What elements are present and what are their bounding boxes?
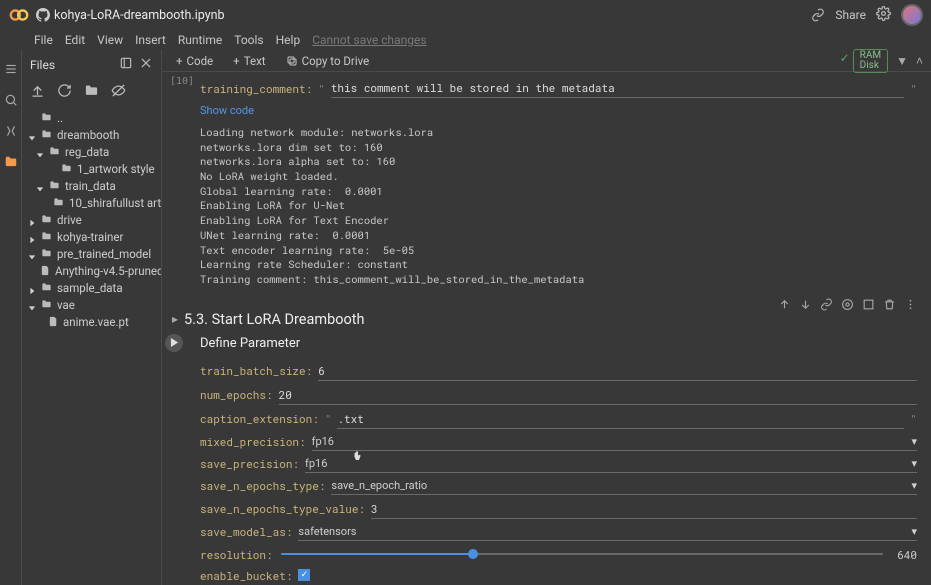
copy-to-drive-button[interactable]: Copy to Drive (280, 52, 376, 70)
move-up-icon[interactable] (778, 298, 791, 314)
param-label: save_precision: (200, 456, 299, 471)
share-button[interactable]: Share (835, 8, 866, 22)
move-down-icon[interactable] (799, 298, 812, 314)
folder-item[interactable]: kohya-trainer (24, 228, 159, 245)
add-text-button[interactable]: +Text (227, 52, 271, 70)
folder-item[interactable]: train_data (24, 177, 159, 194)
folder-item[interactable]: vae (24, 296, 159, 313)
resolution-value: 640 (891, 547, 917, 562)
param-label: resolution: (200, 547, 273, 562)
menu-tools[interactable]: Tools (234, 33, 263, 47)
delete-icon[interactable] (883, 298, 896, 314)
cell-link-icon[interactable] (820, 298, 833, 314)
menu-help[interactable]: Help (276, 33, 301, 47)
folder-item[interactable]: sample_data (24, 279, 159, 296)
run-cell-button[interactable] (165, 334, 183, 352)
section-toggle-icon[interactable]: ▸ (172, 312, 178, 326)
training-comment-input[interactable] (331, 78, 905, 98)
upload-icon[interactable] (30, 83, 45, 101)
train-batch-size-input[interactable] (318, 361, 917, 381)
param-label: save_n_epochs_type_value: (200, 501, 365, 516)
param-label: save_model_as: (200, 524, 292, 539)
mount-drive-icon[interactable] (84, 83, 99, 101)
gear-icon[interactable] (876, 6, 891, 24)
param-label: enable_bucket: (200, 568, 292, 583)
save-n-epochs-value-input[interactable] (371, 499, 917, 519)
chevron-up-icon[interactable]: ˄ (916, 54, 923, 68)
menu-file[interactable]: File (34, 33, 53, 47)
menu-runtime[interactable]: Runtime (178, 33, 222, 47)
param-label: caption_extension: (200, 411, 319, 426)
folder-item[interactable]: .. (24, 109, 159, 126)
num-epochs-input[interactable] (279, 385, 917, 405)
cell-output: Loading network module: networks.lora ne… (200, 121, 917, 295)
save-n-epochs-type-select[interactable]: save_n_epoch_ratio▾ (331, 477, 917, 495)
menu-view[interactable]: View (97, 33, 123, 47)
resolution-slider[interactable] (281, 553, 883, 555)
folder-item[interactable]: drive (24, 211, 159, 228)
folder-item[interactable]: 1_artwork style (24, 160, 159, 177)
notebook-title[interactable]: kohya-LoRA-dreambooth.ipynb (54, 8, 225, 23)
add-code-button[interactable]: +Code (170, 52, 219, 70)
save-status: Cannot save changes (312, 33, 426, 47)
mirror-icon[interactable] (862, 298, 875, 314)
param-label: num_epochs: (200, 387, 273, 402)
menu-edit[interactable]: Edit (65, 33, 85, 47)
avatar[interactable] (901, 4, 923, 26)
exec-count: [10] (170, 76, 194, 87)
folder-item[interactable]: dreambooth (24, 126, 159, 143)
variables-icon[interactable] (4, 124, 18, 141)
resource-indicator[interactable]: ✓ RAM Disk (853, 49, 888, 73)
save-model-as-select[interactable]: safetensors▾ (298, 523, 917, 541)
hidden-icon[interactable] (111, 83, 126, 101)
param-label: train_batch_size: (200, 363, 312, 378)
param-label: mixed_precision: (200, 434, 306, 449)
files-icon[interactable] (4, 155, 18, 172)
more-icon[interactable] (904, 298, 917, 314)
link-icon[interactable] (811, 8, 825, 22)
cursor-icon (352, 449, 364, 463)
folder-item[interactable]: 10_shirafullust artwork style (24, 194, 159, 211)
show-code-link[interactable]: Show code (200, 100, 917, 121)
new-window-icon[interactable] (119, 56, 133, 73)
caption-extension-input[interactable] (337, 409, 904, 429)
file-tree[interactable]: ..dreamboothreg_data1_artwork styletrain… (22, 107, 161, 585)
file-item[interactable]: Anything-v4.5-pruned.ckpt (24, 262, 159, 279)
enable-bucket-checkbox[interactable]: ✓ (298, 569, 310, 581)
toc-icon[interactable] (4, 62, 18, 79)
folder-item[interactable]: reg_data (24, 143, 159, 160)
github-icon (36, 8, 50, 22)
sidebar-title: Files (30, 58, 55, 72)
mixed-precision-select[interactable]: fp16▾ (312, 433, 917, 451)
close-icon[interactable] (139, 56, 153, 73)
chevron-down-icon[interactable]: ▼ (896, 54, 908, 68)
save-precision-select[interactable]: fp16▾ (305, 455, 917, 473)
file-item[interactable]: anime.vae.pt (24, 313, 159, 330)
menu-insert[interactable]: Insert (135, 33, 166, 47)
colab-logo (8, 4, 30, 26)
folder-item[interactable]: pre_trained_model (24, 245, 159, 262)
param-label: training_comment: (200, 81, 312, 96)
param-label: save_n_epochs_type: (200, 478, 325, 493)
refresh-icon[interactable] (57, 83, 72, 101)
search-icon[interactable] (4, 93, 18, 110)
define-parameter-header: Define Parameter (200, 334, 917, 359)
cell-settings-icon[interactable] (841, 298, 854, 314)
